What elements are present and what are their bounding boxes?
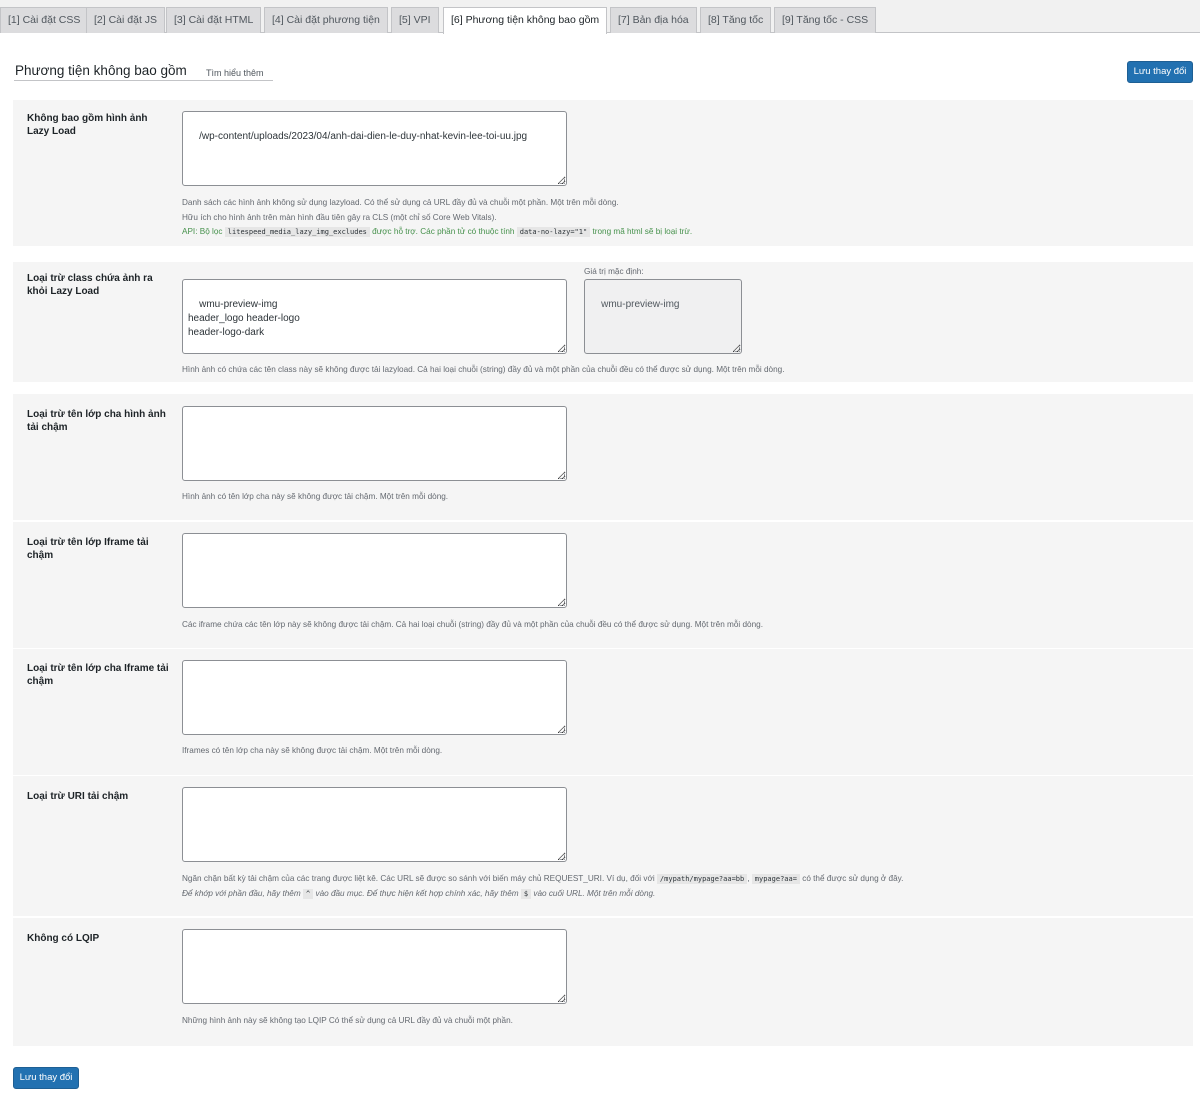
api-suffix: trong mã html sẽ bị loại trừ. [592, 227, 693, 236]
resize-handle[interactable] [558, 345, 565, 352]
tab-media-settings[interactable]: [4] Cài đặt phương tiện [264, 7, 388, 33]
tab-vpi[interactable]: [5] VPI [391, 7, 439, 33]
description-text: Ngăn chặn bất kỳ tải chậm của các trang … [182, 874, 655, 883]
tab-css-settings[interactable]: [1] Cài đặt CSS [0, 7, 89, 33]
setting-row-iframe-class-excludes: Loại trừ tên lớp Iframe tải chậm Các ifr… [13, 522, 1193, 648]
tab-html-settings[interactable]: [3] Cài đặt HTML [166, 7, 262, 33]
description-line: Hình ảnh có chứa các tên class này sẽ kh… [182, 365, 785, 374]
setting-description: Các iframe chứa các tên lớp này sẽ không… [182, 618, 763, 633]
save-button-bottom[interactable]: Lưu thay đổi [13, 1067, 79, 1089]
textarea-value: /wp-content/uploads/2023/04/anh-dai-dien… [199, 131, 528, 142]
resize-handle[interactable] [558, 726, 565, 733]
description-line: Hình ảnh có tên lớp cha này sẽ không đượ… [182, 492, 449, 501]
description-line: Ngăn chặn bất kỳ tải chậm của các trang … [182, 874, 904, 884]
tab-localization[interactable]: [7] Bản địa hóa [610, 7, 697, 33]
setting-row-uri-excludes: Loại trừ URI tải chậm Ngăn chặn bất kỳ t… [13, 776, 1193, 916]
api-note: API: Bộ lọc litespeed_media_lazy_img_exc… [182, 225, 692, 240]
setting-row-lazy-class-excludes: Loại trừ class chứa ảnh ra khỏi Lazy Loa… [13, 262, 1193, 382]
description-line: Các iframe chứa các tên lớp này sẽ không… [182, 620, 763, 629]
uri-excludes-textarea[interactable] [182, 787, 567, 862]
tab-js-settings[interactable]: [2] Cài đặt JS [86, 7, 166, 33]
resize-handle[interactable] [558, 853, 565, 860]
resize-handle[interactable] [558, 599, 565, 606]
lazy-img-excludes-textarea[interactable]: /wp-content/uploads/2023/04/anh-dai-dien… [182, 111, 567, 186]
example-code: mypage?aa= [751, 874, 800, 884]
textarea-value: wmu-preview-img header_logo header-logo … [188, 299, 300, 338]
resize-handle[interactable] [558, 177, 565, 184]
setting-label: Loại trừ tên lớp cha Iframe tải chậm [27, 663, 169, 687]
description-text: vào cuối URL. Một trên mỗi dòng. [533, 888, 656, 898]
default-value: wmu-preview-img [601, 299, 680, 310]
api-attr-code: data-no-lazy="1" [516, 227, 591, 237]
api-filter-code: litespeed_media_lazy_img_excludes [224, 227, 370, 237]
tab-optimization[interactable]: [8] Tăng tốc [700, 7, 772, 33]
description-line: Danh sách các hình ảnh không sử dụng laz… [182, 198, 619, 207]
iframe-class-excludes-textarea[interactable] [182, 533, 567, 608]
description-line: Iframes có tên lớp cha này sẽ không được… [182, 746, 443, 755]
no-lqip-textarea[interactable] [182, 929, 567, 1004]
description-text: Để khớp với phần đầu, hãy thêm [182, 888, 301, 898]
setting-row-no-lqip: Không có LQIP Những hình ảnh này sẽ khôn… [13, 918, 1193, 1046]
description-text: có thể được sử dụng ở đây. [802, 874, 904, 883]
lazy-parent-class-excludes-textarea[interactable] [182, 406, 567, 481]
resize-handle[interactable] [558, 472, 565, 479]
title-divider [14, 80, 273, 81]
page-title: Phương tiện không bao gồm [15, 63, 187, 78]
description-line: Để khớp với phần đầu, hãy thêm ^ vào đầu… [182, 887, 903, 902]
example-code: ^ [302, 888, 314, 899]
tab-media-excludes[interactable]: [6] Phương tiện không bao gồm [443, 7, 608, 34]
iframe-parent-class-excludes-textarea[interactable] [182, 660, 567, 735]
setting-description: Hình ảnh có chứa các tên class này sẽ kh… [182, 363, 784, 378]
lazy-class-excludes-textarea[interactable]: wmu-preview-img header_logo header-logo … [182, 279, 567, 354]
setting-label: Loại trừ class chứa ảnh ra khỏi Lazy Loa… [27, 273, 153, 297]
save-button-top[interactable]: Lưu thay đổi [1127, 61, 1193, 83]
setting-label: Loại trừ URI tải chậm [27, 791, 129, 802]
setting-description: Hình ảnh có tên lớp cha này sẽ không đượ… [182, 490, 448, 505]
default-value-label: Giá trị mặc định: [584, 267, 644, 276]
example-code: $ [520, 888, 532, 899]
tab-bar: [1] Cài đặt CSS [2] Cài đặt JS [3] Cài đ… [0, 0, 1200, 34]
setting-description: Ngăn chặn bất kỳ tải chậm của các trang … [182, 872, 903, 901]
description-text: vào đầu mục. Để thực hiện kết hợp chính … [315, 888, 519, 898]
setting-row-iframe-parent-class-excludes: Loại trừ tên lớp cha Iframe tải chậm Ifr… [13, 649, 1193, 775]
tab-optimization-css[interactable]: [9] Tăng tốc - CSS [774, 7, 877, 33]
api-mid: được hỗ trợ. Các phần tử có thuộc tính [372, 227, 515, 236]
learn-more-link[interactable]: Tìm hiểu thêm [206, 68, 264, 78]
description-line: Những hình ảnh này sẽ không tạo LQIP Có … [182, 1016, 513, 1025]
setting-description: Iframes có tên lớp cha này sẽ không được… [182, 744, 442, 759]
api-prefix: API: Bộ lọc [182, 227, 223, 236]
example-code: /mypath/mypage?aa=bb [656, 874, 748, 884]
setting-label: Không có LQIP [27, 933, 100, 944]
resize-handle [733, 345, 740, 352]
setting-label: Loại trừ tên lớp cha hình ảnh tải chậm [27, 409, 166, 433]
default-value-textarea: wmu-preview-img [584, 279, 742, 354]
resize-handle[interactable] [558, 995, 565, 1002]
setting-row-lazy-img-excludes: Không bao gồm hình ảnh Lazy Load /wp-con… [13, 100, 1193, 246]
description-line: Hữu ích cho hình ảnh trên màn hình đầu t… [182, 212, 497, 222]
setting-description: Những hình ảnh này sẽ không tạo LQIP Có … [182, 1014, 513, 1029]
setting-description: Danh sách các hình ảnh không sử dụng laz… [182, 196, 692, 240]
setting-label: Loại trừ tên lớp Iframe tải chậm [27, 537, 149, 561]
setting-label: Không bao gồm hình ảnh Lazy Load [27, 113, 148, 137]
setting-row-lazy-parent-class-excludes: Loại trừ tên lớp cha hình ảnh tải chậm H… [13, 394, 1193, 520]
